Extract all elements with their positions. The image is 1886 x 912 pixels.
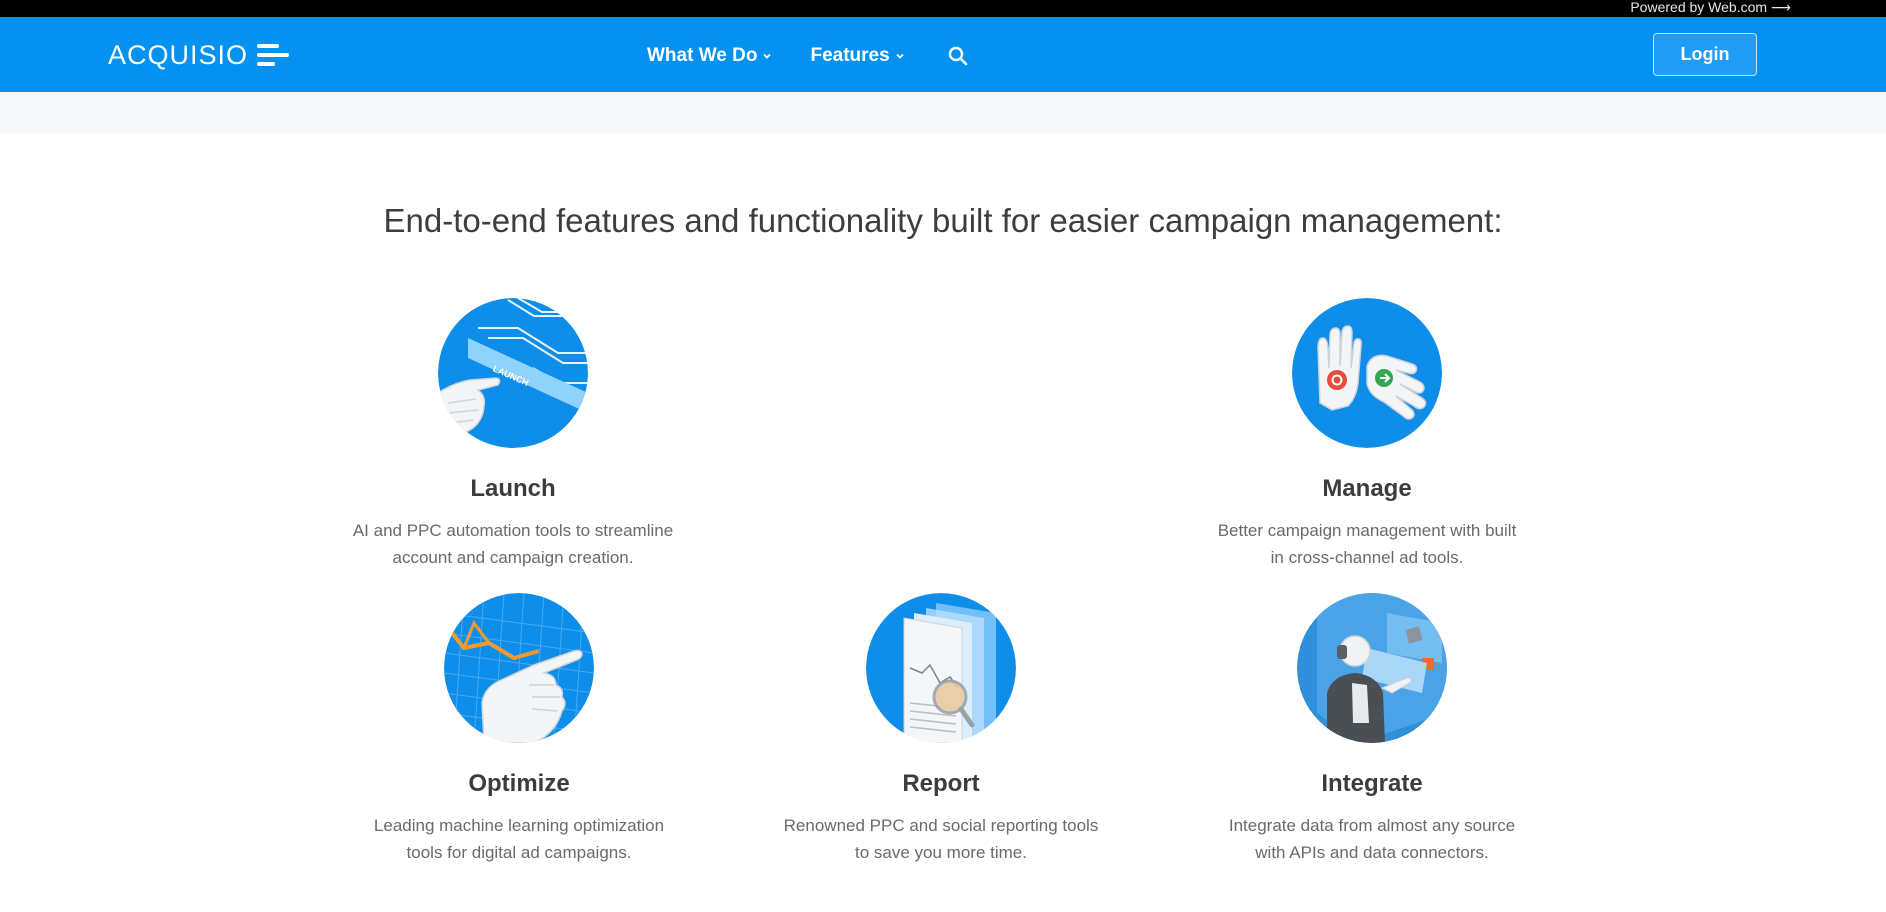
chevron-down-icon	[896, 53, 904, 59]
feature-description: Leading machine learning optimization to…	[339, 812, 699, 866]
feature-description-line: Better campaign management with built	[1217, 521, 1517, 540]
feature-description: Renowned PPC and social reporting tools …	[761, 812, 1121, 866]
feature-description-line: tools for digital ad campaigns.	[406, 843, 632, 862]
logo-bars-icon	[257, 44, 290, 66]
nav-item-label: Features	[810, 45, 890, 66]
subheader-band	[0, 92, 1886, 134]
feature-description-line: AI and PPC automation tools to streamlin…	[352, 521, 674, 540]
nav-menu: What We Do Features	[647, 45, 969, 67]
feature-optimize: Optimize Leading machine learning optimi…	[339, 592, 699, 866]
feature-report: Report Renowned PPC and social reporting…	[761, 593, 1121, 866]
nav-item-features[interactable]: Features	[810, 45, 904, 67]
feature-description-line: in cross-channel ad tools.	[1270, 548, 1464, 567]
feature-description: AI and PPC automation tools to streamlin…	[333, 517, 693, 571]
feature-description: Integrate data from almost any source wi…	[1192, 812, 1552, 866]
feature-title: Manage	[1322, 475, 1412, 502]
feature-description-line: account and campaign creation.	[392, 548, 634, 567]
feature-title: Optimize	[468, 770, 570, 797]
section-heading: End-to-end features and functionality bu…	[383, 202, 1503, 239]
optimize-illustration-icon	[442, 592, 595, 744]
feature-title: Launch	[470, 475, 556, 502]
feature-integrate: Integrate Integrate data from almost any…	[1192, 593, 1552, 866]
nav-item-label: What We Do	[647, 45, 758, 66]
feature-manage: Manage Better campaign management with b…	[1187, 298, 1547, 571]
chevron-down-icon	[763, 53, 772, 59]
acquisio-logo[interactable]: ACQUISIO	[108, 39, 290, 71]
feature-description-line: to save you more time.	[855, 843, 1027, 862]
search-icon[interactable]	[947, 45, 969, 67]
manage-illustration-icon	[1292, 298, 1442, 448]
powered-by-link[interactable]: Powered by Web.com ⟶	[1630, 0, 1791, 15]
feature-description-line: Integrate data from almost any source	[1228, 816, 1516, 835]
powered-by-bar: Powered by Web.com ⟶	[0, 0, 1886, 17]
feature-description: Better campaign management with built in…	[1187, 517, 1547, 571]
integrate-illustration-icon	[1297, 593, 1447, 743]
feature-title: Report	[902, 770, 980, 797]
logo-wordmark: ACQUISIO	[108, 39, 249, 70]
launch-illustration-icon: LAUNCH	[437, 297, 588, 448]
main-navigation: ACQUISIO What We Do Features Login	[0, 17, 1886, 92]
report-illustration-icon	[866, 593, 1016, 744]
feature-description-line: Renowned PPC and social reporting tools	[783, 816, 1099, 835]
nav-item-what-we-do[interactable]: What We Do	[647, 45, 772, 67]
feature-description-line: Leading machine learning optimization	[373, 816, 665, 835]
feature-launch: LAUNCH Launch AI and PPC automation tool…	[333, 297, 693, 571]
login-button[interactable]: Login	[1653, 33, 1757, 76]
feature-title: Integrate	[1321, 770, 1423, 797]
feature-description-line: with APIs and data connectors.	[1255, 843, 1489, 862]
